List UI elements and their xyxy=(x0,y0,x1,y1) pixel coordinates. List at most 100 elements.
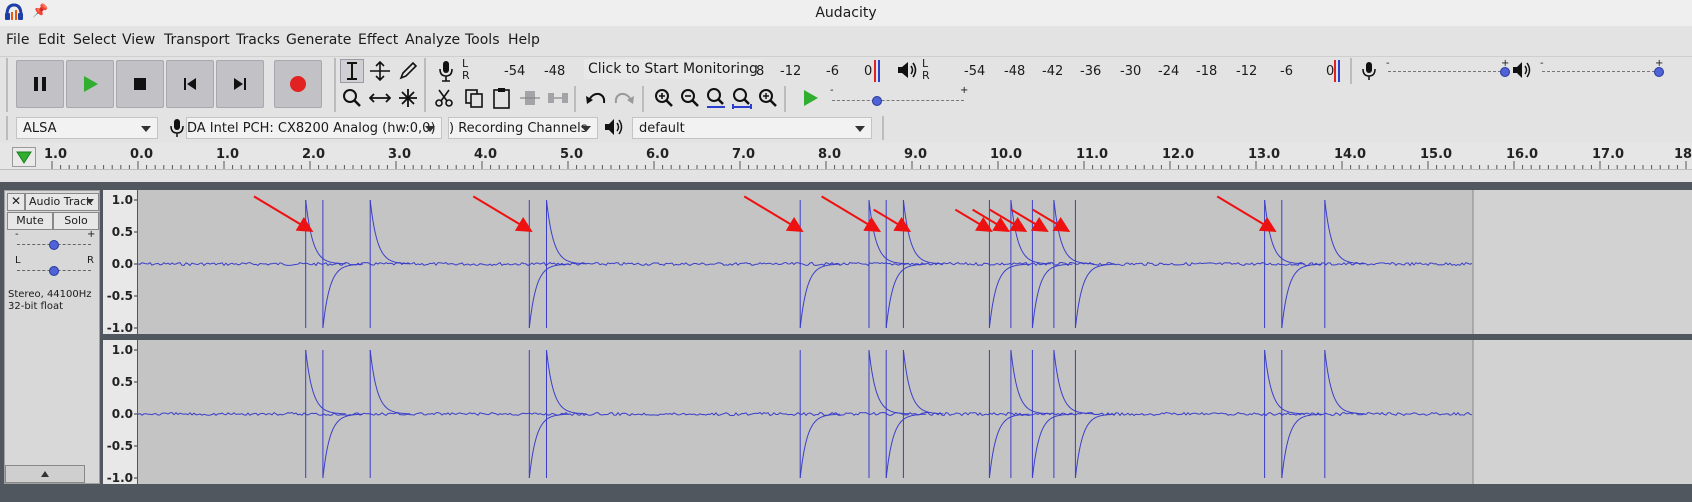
trim-icon xyxy=(520,91,540,105)
zoom-out-button[interactable] xyxy=(678,86,702,110)
recording-channels-dropdown[interactable]: ) Recording Channels xyxy=(448,117,598,139)
output-volume-thumb[interactable] xyxy=(1654,67,1664,77)
record-meter[interactable]: -54 -48 Click to Start Monitoring 8 -12 … xyxy=(474,58,882,84)
menu-tracks[interactable]: Tracks xyxy=(236,32,280,48)
recording-device-value: DA Intel PCH: CX8200 Analog (hw:0,0) xyxy=(187,121,436,136)
stop-button[interactable] xyxy=(116,60,164,108)
play-button[interactable] xyxy=(66,60,114,108)
ruler-label: 1.0 xyxy=(44,147,68,162)
undo-button[interactable] xyxy=(584,86,608,110)
track-name-menu[interactable]: Audio Track xyxy=(25,193,99,211)
menu-transport[interactable]: Transport xyxy=(164,32,230,48)
microphone-icon[interactable] xyxy=(438,60,454,86)
record-meter-tick: 0 xyxy=(864,64,873,79)
input-volume-thumb[interactable] xyxy=(1500,67,1510,77)
recording-device-dropdown[interactable]: DA Intel PCH: CX8200 Analog (hw:0,0) xyxy=(186,117,442,139)
fit-selection-button[interactable] xyxy=(704,86,728,110)
close-track-button[interactable]: ✕ xyxy=(7,193,25,211)
menu-view[interactable]: View xyxy=(122,32,155,48)
toolbar-separator xyxy=(642,86,644,112)
playback-meter-lr: LR xyxy=(922,57,930,82)
playback-meter-tick: -18 xyxy=(1196,64,1218,79)
zoom-out-icon xyxy=(681,89,699,107)
zoom-tool-button[interactable] xyxy=(340,86,364,110)
zoom-in-button[interactable] xyxy=(652,86,676,110)
title-bar: 📌 Audacity xyxy=(0,0,1692,26)
solo-button[interactable]: Solo xyxy=(53,212,99,230)
amplitude-label: 0.5 xyxy=(112,225,133,239)
play-at-speed-button[interactable] xyxy=(798,86,822,110)
menu-analyze[interactable]: Analyze xyxy=(405,32,460,48)
waveform-display[interactable]: 1.0 0.5 0.0 -0.5 -1.0 1.0 0.5 0.0 -0.5 -1.0 xyxy=(103,190,1692,485)
ruler-label: 13.0 xyxy=(1248,147,1281,162)
ruler-label: 16.0 xyxy=(1506,147,1539,162)
audio-clip[interactable] xyxy=(138,340,1473,484)
silence-icon xyxy=(548,93,568,103)
menu-file[interactable]: File xyxy=(6,32,29,48)
menu-effect[interactable]: Effect xyxy=(358,32,398,48)
input-volume-track xyxy=(1388,71,1506,73)
toolbar-grip[interactable] xyxy=(6,58,8,112)
pan-slider[interactable]: L R xyxy=(15,255,94,277)
playback-device-dropdown[interactable]: default xyxy=(632,117,872,139)
menu-tools[interactable]: Tools xyxy=(465,32,500,48)
zoom-toggle-button[interactable] xyxy=(756,86,780,110)
ruler-label: 14.0 xyxy=(1334,147,1367,162)
gain-thumb[interactable] xyxy=(49,240,59,250)
output-volume-slider[interactable]: - + xyxy=(1540,58,1664,80)
menu-select[interactable]: Select xyxy=(73,32,116,48)
paste-button[interactable] xyxy=(490,86,514,110)
audio-host-dropdown[interactable]: ALSA xyxy=(16,117,158,139)
amplitude-label: 0.0 xyxy=(112,257,133,271)
collapse-track-button[interactable] xyxy=(5,465,85,483)
multi-tool-icon xyxy=(399,89,417,107)
redo-button[interactable] xyxy=(612,86,636,110)
start-monitoring-prompt[interactable]: Click to Start Monitoring xyxy=(584,59,762,79)
track-info-rate: Stereo, 44100Hz xyxy=(8,289,92,300)
pause-icon xyxy=(34,77,46,91)
paste-icon xyxy=(493,88,510,109)
multi-tool-button[interactable] xyxy=(396,86,420,110)
timeline-ruler[interactable]: 1.0 0.0 1.0 2.0 3.0 4.0 5.0 6.0 7.0 8.0 … xyxy=(0,143,1692,170)
pan-thumb[interactable] xyxy=(49,266,59,276)
playback-meter[interactable]: -54 -48 -42 -36 -30 -24 -18 -12 -6 0 xyxy=(934,58,1344,84)
fit-selection-icon xyxy=(707,88,725,108)
envelope-tool-button[interactable] xyxy=(368,59,392,83)
toolbar-separator xyxy=(1350,58,1352,84)
play-speed-slider[interactable]: - + xyxy=(830,85,968,108)
magnifier-icon xyxy=(343,89,361,107)
time-shift-tool-button[interactable] xyxy=(368,86,392,110)
selection-tool-button[interactable] xyxy=(340,59,364,83)
playback-meter-tick: -48 xyxy=(1004,64,1026,79)
ruler-label: 17.0 xyxy=(1592,147,1625,162)
draw-tool-button[interactable] xyxy=(396,59,420,83)
input-volume-slider[interactable]: - + xyxy=(1386,58,1510,80)
silence-audio-button[interactable] xyxy=(546,86,570,110)
fit-project-button[interactable] xyxy=(730,86,754,110)
record-button[interactable] xyxy=(274,60,322,108)
audio-clip[interactable] xyxy=(138,190,1473,334)
speaker-icon[interactable] xyxy=(896,60,918,84)
copy-icon xyxy=(465,89,483,108)
time-shift-icon xyxy=(369,93,391,103)
output-volume-track xyxy=(1542,71,1660,73)
pause-button[interactable] xyxy=(16,60,64,108)
ruler-label: 4.0 xyxy=(474,147,498,162)
gain-slider[interactable]: - + xyxy=(15,229,95,251)
device-toolbar-grip[interactable] xyxy=(6,116,8,140)
cut-button[interactable] xyxy=(432,86,456,110)
waveform-channels[interactable]: 1.0 0.5 0.0 -0.5 -1.0 1.0 0.5 0.0 -0.5 -1.0 xyxy=(103,190,1692,485)
menu-generate[interactable]: Generate xyxy=(286,32,351,48)
copy-button[interactable] xyxy=(462,86,486,110)
play-speed-thumb[interactable] xyxy=(872,96,882,106)
menu-edit[interactable]: Edit xyxy=(38,32,65,48)
menu-help[interactable]: Help xyxy=(508,32,540,48)
mute-button[interactable]: Mute xyxy=(7,212,53,230)
skip-to-end-button[interactable] xyxy=(216,60,264,108)
envelope-icon xyxy=(370,61,390,81)
skip-to-start-button[interactable] xyxy=(166,60,214,108)
trim-audio-button[interactable] xyxy=(518,86,542,110)
ruler-label: 8.0 xyxy=(818,147,842,162)
track-control-panel[interactable]: ✕ Audio Track Mute Solo - + L R Stereo, … xyxy=(4,190,100,484)
ruler-label: 2.0 xyxy=(302,147,326,162)
